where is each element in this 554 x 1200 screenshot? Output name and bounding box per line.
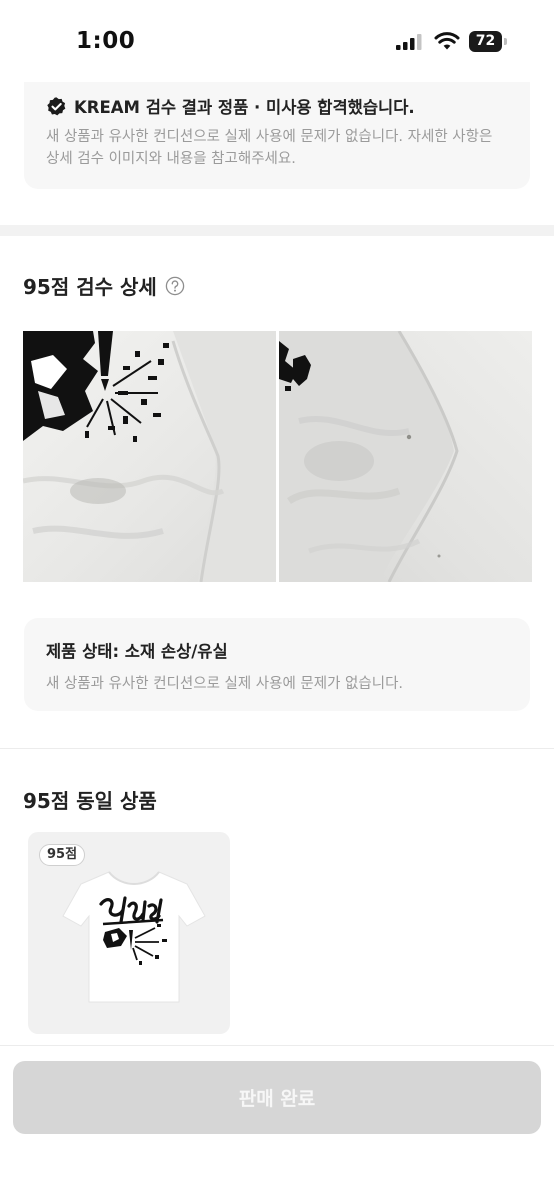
inspection-photo[interactable] <box>23 331 276 582</box>
section-divider <box>0 225 554 236</box>
inspection-photo[interactable] <box>279 331 532 582</box>
same-grade-title: 95점 동일 상품 <box>23 789 157 813</box>
condition-card: 제품 상태: 소재 손상/유실 새 상품과 유사한 컨디션으로 실제 사용에 문… <box>24 618 530 711</box>
product-image <box>62 871 206 1003</box>
inspection-result-title: KREAM 검수 결과 정품 · 미사용 합격했습니다. <box>74 98 415 117</box>
status-bar: 1:00 72 <box>0 0 554 84</box>
help-icon[interactable] <box>165 276 185 296</box>
verified-badge-icon <box>47 96 66 115</box>
condition-description: 새 상품과 유사한 컨디션으로 실제 사용에 문제가 없습니다. <box>46 676 404 692</box>
inspection-detail-title: 95점 검수 상세 <box>23 275 157 299</box>
product-card[interactable]: 95점 <box>28 832 230 1034</box>
bottom-action-bar: 판매 완료 <box>0 1045 554 1200</box>
sold-out-button[interactable]: 판매 완료 <box>13 1061 541 1134</box>
wifi-icon <box>434 32 460 50</box>
inspection-result-description: 새 상품과 유사한 컨디션으로 실제 사용에 문제가 없습니다. 자세한 사항은… <box>46 129 493 167</box>
cellular-signal-icon <box>396 34 422 50</box>
inspection-detail-heading: 95점 검수 상세 <box>23 271 185 300</box>
status-time: 1:00 <box>76 28 136 54</box>
condition-title: 제품 상태: 소재 손상/유실 <box>46 642 228 661</box>
same-grade-heading: 95점 동일 상품 <box>23 785 157 814</box>
battery-icon: 72 <box>469 31 507 52</box>
section-divider <box>0 748 554 749</box>
battery-level: 72 <box>475 33 496 49</box>
inspection-notice-card: KREAM 검수 결과 정품 · 미사용 합격했습니다. 새 상품과 유사한 컨… <box>24 82 530 189</box>
